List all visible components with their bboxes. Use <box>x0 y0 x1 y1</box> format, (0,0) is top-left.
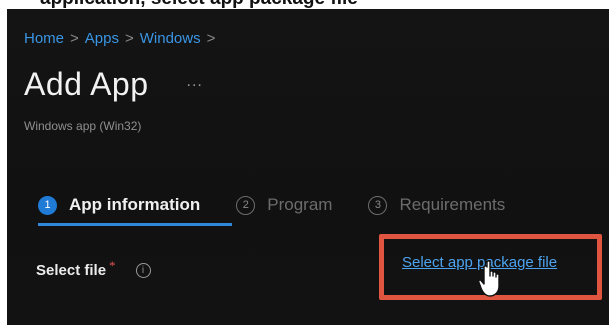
left-border <box>0 9 7 325</box>
caption-strip: application, select app package file <box>0 0 615 9</box>
hand-pointer-icon <box>478 260 500 297</box>
caption-text: application, select app package file <box>40 0 358 9</box>
select-file-label: Select file <box>36 262 107 279</box>
tab-label: Requirements <box>399 195 506 214</box>
breadcrumb-windows[interactable]: Windows <box>140 30 201 47</box>
page-title: Add App <box>24 66 149 102</box>
right-border <box>609 9 615 325</box>
step-number-icon: 3 <box>368 195 388 215</box>
tab-requirements[interactable]: 3 Requirements <box>368 195 505 215</box>
tab-label: Program <box>267 195 333 214</box>
step-number-icon: 1 <box>38 195 57 215</box>
breadcrumb-separator: > <box>70 30 79 47</box>
tab-program[interactable]: 2 Program <box>236 195 332 215</box>
breadcrumb-apps[interactable]: Apps <box>85 30 119 47</box>
info-icon[interactable]: i <box>135 263 151 278</box>
select-file-field: Select file * i <box>36 258 151 279</box>
breadcrumb-home[interactable]: Home <box>24 30 64 47</box>
more-options-button[interactable]: ... <box>187 73 203 91</box>
wizard-tabs: 1 App information 2 Program 3 Requiremen… <box>38 190 541 220</box>
screenshot-frame: application, select app package file Hom… <box>0 0 615 325</box>
tab-app-information[interactable]: 1 App information <box>38 195 200 215</box>
step-number-icon: 2 <box>236 195 256 215</box>
tab-label: App information <box>69 195 201 214</box>
page-subtitle: Windows app (Win32) <box>24 119 142 133</box>
active-tab-indicator <box>38 223 232 226</box>
title-row: Add App ... <box>24 66 203 103</box>
breadcrumb: Home > Apps > Windows > <box>24 30 221 47</box>
breadcrumb-separator: > <box>206 30 216 47</box>
breadcrumb-separator: > <box>124 30 134 47</box>
required-marker: * <box>109 257 116 273</box>
